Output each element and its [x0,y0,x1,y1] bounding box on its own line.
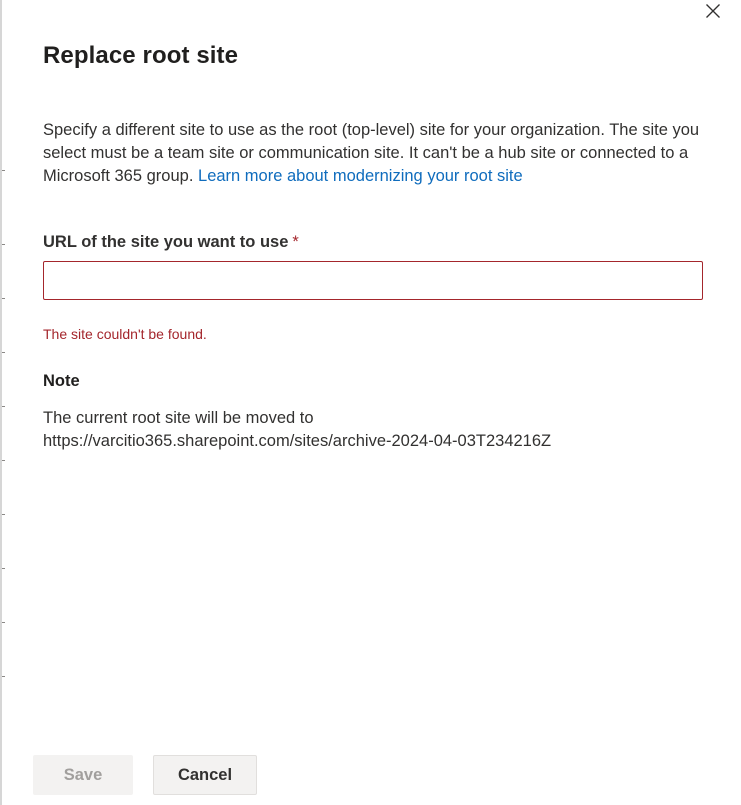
background-edge-mark [2,514,5,515]
background-edge-mark [2,298,5,299]
note-archive-url: https://varcitio365.sharepoint.com/sites… [43,432,552,450]
cancel-button[interactable]: Cancel [153,755,257,795]
note-text: The current root site will be moved to h… [43,407,703,453]
background-edge-mark [2,352,5,353]
background-edge-mark [2,244,5,245]
replace-root-site-panel: Replace root site Specify a different si… [0,0,741,805]
close-icon [706,4,720,18]
background-edge-mark [2,406,5,407]
url-error-message: The site couldn't be found. [43,326,207,342]
site-url-input[interactable] [43,261,703,300]
note-line-1: The current root site will be moved to [43,409,314,427]
dialog-title: Replace root site [43,42,239,69]
background-edge-mark [2,622,5,623]
dialog-description: Specify a different site to use as the r… [43,119,703,188]
url-field-label: URL of the site you want to use * [43,233,299,252]
save-button[interactable]: Save [33,755,133,795]
background-edge-mark [2,170,5,171]
background-edge-mark [2,568,5,569]
background-edge-mark [2,460,5,461]
url-field-label-text: URL of the site you want to use [43,233,289,251]
background-edge-mark [2,676,5,677]
close-button[interactable] [700,0,726,22]
note-heading: Note [43,372,80,390]
required-marker: * [292,233,299,251]
learn-more-link[interactable]: Learn more about modernizing your root s… [198,167,523,185]
dialog-footer: Save Cancel [33,755,257,795]
